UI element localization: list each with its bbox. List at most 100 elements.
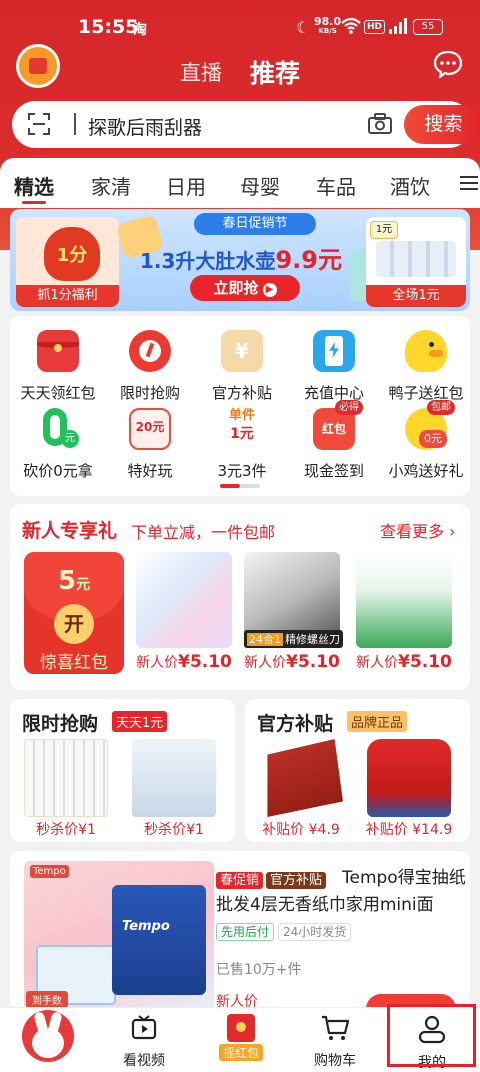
nav-watch-video[interactable]: 看视频 bbox=[96, 1014, 192, 1070]
quick-action-label: 特好玩 bbox=[127, 462, 173, 480]
promo-banner[interactable]: 1分 抓1分福利 春日促销节 1.3升大肚水壶9.9元 立即抢 ▶ 1元 全场1元 bbox=[10, 209, 470, 311]
price-value: ¥5.10 bbox=[398, 652, 452, 672]
nav-shopping-cart[interactable]: 购物车 bbox=[287, 1014, 383, 1070]
nav-label: 看视频 bbox=[123, 1053, 165, 1069]
product-title[interactable]: Tempo得宝抽纸批发4层无香纸巾家用mini面 bbox=[216, 865, 466, 919]
scan-icon[interactable] bbox=[27, 112, 51, 136]
view-more-link[interactable]: 查看更多 › bbox=[380, 518, 456, 542]
banner-headline-price: 9.9元 bbox=[275, 246, 342, 274]
new-user-product-3[interactable]: 新人价¥5.10 bbox=[354, 552, 454, 676]
feed-product-card[interactable]: Tempo Tempo 到手数 春促销 官方补贴 Tempo得宝抽纸批发4层无香纸… bbox=[10, 851, 470, 1011]
tab-category-selected[interactable]: 精选 bbox=[14, 171, 54, 200]
open-red-envelope-button[interactable]: 开 bbox=[54, 604, 94, 644]
subsidy-item-2[interactable]: 补贴价 ¥14.9 bbox=[359, 739, 459, 839]
tissue-pack-image bbox=[136, 552, 232, 648]
app-logo[interactable] bbox=[16, 44, 60, 88]
quick-action-label: 小鸡送好礼 bbox=[388, 462, 464, 480]
banner-headline-text: 1.3升大肚水壶 bbox=[140, 249, 276, 273]
flash-sale-price: 秒杀价¥1 bbox=[144, 822, 204, 838]
category-menu-icon[interactable] bbox=[460, 176, 478, 190]
quick-action-label: 砍价0元拿 bbox=[23, 462, 93, 480]
quick-action-flash-sale[interactable]: 限时抢购 bbox=[104, 330, 196, 403]
red-envelope-unit: 元 bbox=[76, 577, 91, 593]
product-tag: 24合1 精修螺丝刀 bbox=[244, 630, 343, 648]
beef-jerky-image bbox=[267, 739, 343, 817]
price-value: ¥5.10 bbox=[178, 652, 232, 672]
wifi-icon bbox=[341, 17, 361, 34]
page-indicator-inactive bbox=[240, 484, 260, 488]
chick-gift-text: 0元 bbox=[419, 430, 447, 448]
tab-category-daily-use[interactable]: 日用 bbox=[166, 171, 206, 200]
single-item-top-text: 单件 bbox=[228, 408, 255, 423]
tab-recommend[interactable]: 推荐 bbox=[250, 54, 300, 90]
quick-action-label: 官方补贴 bbox=[211, 384, 272, 402]
zero-yuan-icon: 元 bbox=[37, 408, 79, 450]
grab-1-fen-button[interactable]: 抓1分福利 bbox=[16, 285, 119, 307]
search-input[interactable]: 探歌后雨刮器 bbox=[88, 113, 202, 140]
quick-action-chick-gift[interactable]: 0元 包邮 小鸡送好礼 bbox=[380, 400, 472, 481]
quick-action-label: 鸭子送红包 bbox=[388, 384, 464, 402]
tab-category-car[interactable]: 车品 bbox=[316, 171, 356, 200]
quick-action-label: 现金签到 bbox=[303, 462, 364, 480]
tab-live[interactable]: 直播 bbox=[180, 57, 222, 87]
new-user-product-1[interactable]: 新人价¥5.10 bbox=[134, 552, 234, 676]
page-indicator bbox=[220, 484, 260, 488]
quick-action-fun[interactable]: 20元 特好玩 bbox=[104, 408, 196, 481]
cart-icon bbox=[322, 1015, 350, 1040]
flash-sale-price: 秒杀价¥1 bbox=[36, 822, 96, 838]
product-image: Tempo Tempo 到手数 bbox=[24, 861, 214, 1011]
surprise-red-envelope[interactable]: 5元 开 惊喜红包 bbox=[24, 552, 124, 674]
flash-sale-item-2[interactable]: 秒杀价¥1 bbox=[124, 739, 224, 839]
subsidy-item-1[interactable]: 补贴价 ¥4.9 bbox=[251, 739, 351, 839]
flash-sale-title: 限时抢购 bbox=[22, 713, 99, 735]
camera-icon[interactable] bbox=[367, 113, 393, 135]
new-user-product-2[interactable]: 24合1 精修螺丝刀 新人价¥5.10 bbox=[242, 552, 343, 676]
flash-sale-card[interactable]: 限时抢购 天天1元 秒杀价¥1 秒杀价¥1 bbox=[10, 699, 235, 842]
one-yuan-badge: 1元 bbox=[370, 221, 398, 239]
banner-grab-button[interactable]: 立即抢 ▶ bbox=[190, 275, 300, 301]
battery-icon: 55 bbox=[413, 19, 443, 35]
quick-action-label: 3元3件 bbox=[217, 462, 267, 480]
screwdriver-set-image: 24合1 精修螺丝刀 bbox=[244, 552, 343, 648]
duck-icon bbox=[405, 330, 447, 372]
flash-sale-item-1[interactable]: 秒杀价¥1 bbox=[16, 739, 116, 839]
banner-left-card[interactable]: 1分 抓1分福利 bbox=[16, 217, 119, 307]
pay-later-chip: 先用后付 bbox=[216, 923, 275, 941]
do-not-disturb-icon: ☾ bbox=[296, 18, 311, 37]
tab-category-home-cleaning[interactable]: 家清 bbox=[91, 171, 131, 200]
nav-shake-red-envelope[interactable]: 摇红包 bbox=[193, 1014, 289, 1061]
quick-action-zero-bargain[interactable]: 元 砍价0元拿 bbox=[12, 408, 104, 481]
rabbit-mascot-icon[interactable] bbox=[22, 1010, 74, 1062]
quick-action-three-for-three[interactable]: 单件 1元 3元3件 bbox=[196, 408, 288, 481]
banner-right-card[interactable]: 1元 全场1元 bbox=[366, 217, 466, 307]
quick-action-cash-signin[interactable]: 红包 必得 现金签到 bbox=[288, 400, 380, 481]
quick-action-daily-red-envelope[interactable]: 天天领红包 bbox=[12, 330, 104, 403]
chevron-right-icon: ▶ bbox=[262, 283, 277, 297]
network-speed: 98.0 KB/S bbox=[314, 16, 341, 35]
search-button[interactable]: 搜索 bbox=[404, 105, 480, 144]
product-price: 新人价¥5.10 bbox=[354, 652, 454, 672]
page-indicator-active bbox=[220, 484, 240, 488]
official-subsidy-card[interactable]: 官方补贴 品牌正品 补贴价 ¥4.9 补贴价 ¥14.9 bbox=[245, 699, 470, 842]
quick-action-recharge-center[interactable]: 充值中心 bbox=[288, 330, 380, 403]
quick-action-official-subsidy[interactable]: ¥ 官方补贴 bbox=[196, 330, 288, 403]
tempo-logo: Tempo bbox=[30, 865, 69, 878]
free-shipping-badge: 包邮 bbox=[427, 400, 455, 415]
taobao-notification-icon: 淘 bbox=[133, 22, 147, 38]
all-one-yuan-button[interactable]: 全场1元 bbox=[366, 285, 466, 307]
red-envelope-icon bbox=[227, 1014, 255, 1042]
category-tabs: 精选 家清 日用 母婴 车品 酒饮 bbox=[0, 158, 480, 208]
search-bar[interactable]: 探歌后雨刮器 搜索 bbox=[12, 101, 480, 148]
service-chips: 先用后付 24小时发货 bbox=[216, 921, 355, 941]
nav-label: 摇红包 bbox=[218, 1044, 263, 1061]
message-icon[interactable] bbox=[433, 50, 463, 78]
tab-category-mother-baby[interactable]: 母婴 bbox=[240, 171, 280, 200]
toilet-paper-image bbox=[24, 739, 108, 817]
quick-action-duck-red-envelope[interactable]: 鸭子送红包 bbox=[380, 330, 472, 403]
highlight-box bbox=[387, 1004, 476, 1067]
ship-24h-chip: 24小时发货 bbox=[278, 923, 352, 941]
must-get-badge: 必得 bbox=[335, 400, 363, 415]
tab-category-drinks[interactable]: 酒饮 bbox=[390, 171, 430, 200]
price-value: ¥5.10 bbox=[286, 652, 340, 672]
sold-count: 已售10万+件 bbox=[216, 962, 302, 978]
